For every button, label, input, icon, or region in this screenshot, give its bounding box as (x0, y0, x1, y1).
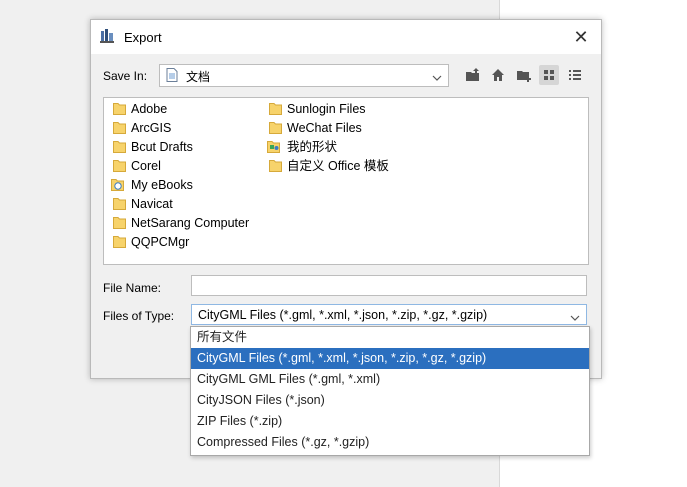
chevron-down-icon[interactable] (570, 311, 580, 325)
folder-icon (269, 159, 284, 172)
app-icon (99, 28, 115, 44)
folder-icon (269, 102, 284, 115)
dropdown-option[interactable]: Compressed Files (*.gz, *.gzip) (191, 432, 589, 453)
file-list[interactable]: Adobe ArcGIS Bcut Drafts Corel My eBooks… (103, 97, 589, 265)
title-bar: Export ✕ (91, 20, 601, 54)
dropdown-option-selected[interactable]: CityGML Files (*.gml, *.xml, *.json, *.z… (191, 348, 589, 369)
folder-icon (113, 140, 128, 153)
folder-icon (113, 197, 128, 210)
dropdown-option[interactable]: ZIP Files (*.zip) (191, 411, 589, 432)
document-icon (166, 68, 178, 82)
ebook-folder-icon (111, 178, 126, 191)
file-type-combo[interactable]: CityGML Files (*.gml, *.xml, *.json, *.z… (191, 304, 587, 325)
file-name-field[interactable] (191, 275, 587, 296)
close-button[interactable]: ✕ (569, 25, 593, 49)
folder-icon (113, 102, 128, 115)
file-name-label: File Name: (103, 281, 162, 295)
file-type-label: Files of Type: (103, 309, 175, 323)
dropdown-option[interactable]: 所有文件 (191, 327, 589, 348)
folder-icon (113, 235, 128, 248)
dialog-title: Export (124, 30, 162, 45)
shapes-folder-icon (267, 140, 282, 153)
save-in-label: Save In: (103, 69, 148, 83)
file-type-dropdown: 所有文件 CityGML Files (*.gml, *.xml, *.json… (190, 326, 590, 456)
export-dialog: Export ✕ Save In: 文档 Adobe ArcGIS Bcut D… (90, 19, 602, 379)
new-folder-icon[interactable] (514, 65, 534, 85)
save-in-combo[interactable]: 文档 (159, 64, 449, 87)
folder-icon (269, 121, 284, 134)
file-type-value: CityGML Files (*.gml, *.xml, *.json, *.z… (198, 308, 488, 322)
folder-icon (113, 121, 128, 134)
dropdown-option[interactable]: CityJSON Files (*.json) (191, 390, 589, 411)
folder-icon (113, 159, 128, 172)
home-icon[interactable] (488, 65, 508, 85)
list-view-icon[interactable] (539, 65, 559, 85)
details-view-icon[interactable] (565, 65, 585, 85)
folder-icon (113, 216, 128, 229)
up-folder-icon[interactable] (463, 65, 483, 85)
save-in-value: 文档 (186, 70, 211, 84)
dropdown-option[interactable]: CityGML GML Files (*.gml, *.xml) (191, 369, 589, 390)
chevron-down-icon[interactable] (432, 71, 442, 81)
